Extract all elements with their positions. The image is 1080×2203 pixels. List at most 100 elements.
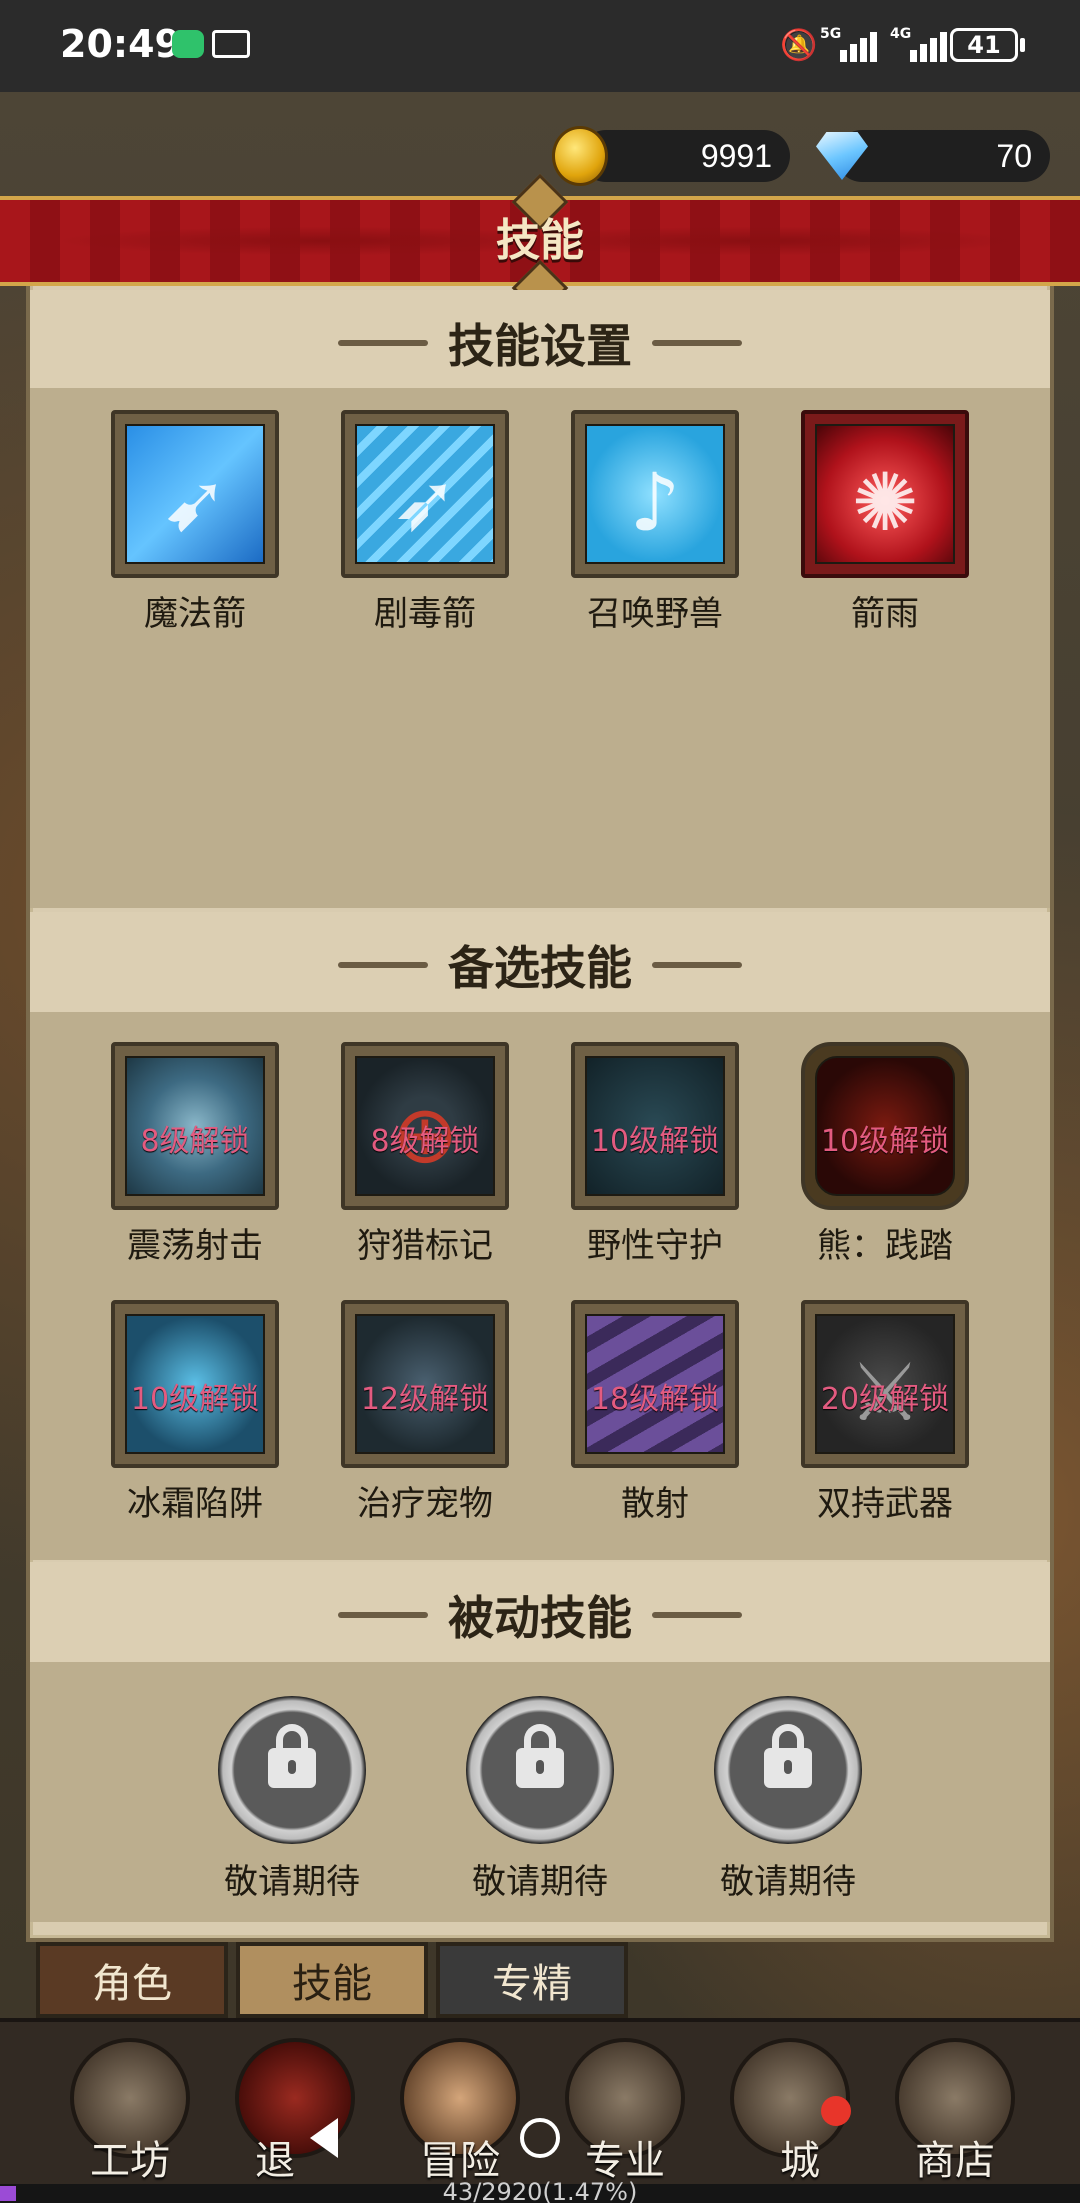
skill-frame: 10级解锁 [801, 1042, 969, 1210]
skill-frame: 10级解锁 [571, 1042, 739, 1210]
skill-frame: 10级解锁 [111, 1300, 279, 1468]
unlock-level: 10级解锁 [130, 1382, 260, 1417]
unlock-level: 10级解锁 [820, 1124, 950, 1159]
passive-name: 敬请期待 [472, 1862, 608, 1902]
gold-coin-icon [552, 126, 608, 186]
skill-bear-stomp[interactable]: 10级解锁 熊：践踏 [800, 1042, 970, 1267]
unlock-level: 12级解锁 [360, 1382, 490, 1417]
skill-name: 散射 [621, 1484, 689, 1524]
unlock-level: 20级解锁 [820, 1382, 950, 1417]
unlock-level: 10级解锁 [590, 1124, 720, 1159]
skill-hunters-mark[interactable]: ⊕ 8级解锁 狩猎标记 [340, 1042, 510, 1267]
nav-retreat[interactable]: 退 [220, 2038, 370, 2188]
signal-icon: 5G [820, 26, 877, 62]
skill-name: 熊：践踏 [817, 1226, 953, 1266]
notification-dot [821, 2096, 851, 2126]
skill-frame: ➶ [341, 410, 509, 578]
passive-ring [466, 1696, 614, 1844]
nav-city[interactable]: 城 [715, 2038, 865, 2188]
unlock-level: 8级解锁 [140, 1124, 250, 1159]
skill-heal-pet[interactable]: 12级解锁 治疗宠物 [340, 1300, 510, 1525]
system-back-icon[interactable] [310, 2118, 338, 2158]
padlock-icon [764, 1724, 812, 1788]
scatter-arrows-icon: 18级解锁 [585, 1314, 725, 1454]
tab-skill[interactable]: 技能 [236, 1942, 428, 2018]
passive-ring [218, 1696, 366, 1844]
skill-scatter-shot[interactable]: 18级解锁 散射 [570, 1300, 740, 1525]
unlock-level: 8级解锁 [370, 1124, 480, 1159]
nav-profession[interactable]: 专业 [550, 2038, 700, 2188]
nav-adventure[interactable]: 冒险 [385, 2038, 535, 2188]
skill-name: 野性守护 [587, 1226, 723, 1266]
cast-icon [212, 30, 250, 58]
skill-name: 治疗宠物 [357, 1484, 493, 1524]
skill-summon-beast[interactable]: ♪ 召唤野兽 [570, 410, 740, 635]
bear-icon: 10级解锁 [815, 1056, 955, 1196]
mute-bell-icon: 🔕 [780, 28, 818, 63]
skill-frame: 8级解锁 [111, 1042, 279, 1210]
status-time: 20:49 [60, 22, 181, 66]
section-header-active: 技能设置 [30, 290, 1050, 390]
skill-name: 魔法箭 [144, 594, 246, 634]
xp-bar: 43/2920(1.47%) [0, 2178, 1080, 2203]
nav-shop[interactable]: 商店 [880, 2038, 1030, 2188]
skill-name: 箭雨 [851, 594, 919, 634]
gold-value: 9991 [700, 138, 772, 174]
skill-frame: ⊕ 8级解锁 [341, 1042, 509, 1210]
skill-name: 冰霜陷阱 [127, 1484, 263, 1524]
vortex-icon: 8级解锁 [125, 1056, 265, 1196]
skill-magic-arrow[interactable]: ➹ 魔法箭 [110, 410, 280, 635]
tab-role[interactable]: 角色 [36, 1942, 228, 2018]
skill-frost-trap[interactable]: 10级解锁 冰霜陷阱 [110, 1300, 280, 1525]
skill-poison-arrow[interactable]: ➶ 剧毒箭 [340, 410, 510, 635]
status-bar: 20:49 🔕 5G 4G 41 [0, 0, 1080, 92]
skill-frame: ♪ [571, 410, 739, 578]
battery-icon: 41 [950, 28, 1018, 62]
poison-arrow-icon: ➶ [355, 424, 495, 564]
section-title: 被动技能 [338, 1582, 742, 1648]
padlock-icon [268, 1724, 316, 1788]
page-title: 技能 [496, 215, 584, 266]
skill-frame: ➹ [111, 410, 279, 578]
gem-counter: 70 [836, 130, 1050, 182]
skill-frame: 12级解锁 [341, 1300, 509, 1468]
xp-text: 43/2920(1.47%) [442, 2178, 638, 2203]
skill-concussive-shot[interactable]: 8级解锁 震荡射击 [110, 1042, 280, 1267]
passive-name: 敬请期待 [224, 1862, 360, 1902]
gem-value: 70 [996, 138, 1032, 174]
passive-ring [714, 1696, 862, 1844]
bottom-nav: 工坊 退 冒险 专业 城 商店 [0, 2018, 1080, 2184]
skill-aspect-wild[interactable]: 10级解锁 野性守护 [570, 1042, 740, 1267]
crosshair-icon: ⊕ 8级解锁 [355, 1056, 495, 1196]
beast-fangs-icon: ✺ [815, 424, 955, 564]
section-header-passive: 被动技能 [30, 1562, 1050, 1662]
section-header-candidate: 备选技能 [30, 912, 1050, 1012]
ice-crystal-icon: 10级解锁 [125, 1314, 265, 1454]
tab-spec[interactable]: 专精 [436, 1942, 628, 2018]
battery-tip [1020, 38, 1025, 52]
skill-name: 剧毒箭 [374, 594, 476, 634]
system-home-icon[interactable] [520, 2118, 560, 2158]
section-title: 技能设置 [338, 310, 742, 376]
skill-name: 狩猎标记 [357, 1226, 493, 1266]
gold-counter: 9991 [580, 130, 790, 182]
crossed-swords-icon: ⚔ 20级解锁 [815, 1314, 955, 1454]
skill-frame: ✺ [801, 410, 969, 578]
whistle-icon: ♪ [585, 424, 725, 564]
skill-name: 震荡射击 [127, 1226, 263, 1266]
section-title: 备选技能 [338, 932, 742, 998]
passive-slot-1[interactable]: 敬请期待 [192, 1696, 392, 1903]
padlock-icon [516, 1724, 564, 1788]
skill-dual-wield[interactable]: ⚔ 20级解锁 双持武器 [800, 1300, 970, 1525]
unlock-level: 18级解锁 [590, 1382, 720, 1417]
magic-arrow-icon: ➹ [125, 424, 265, 564]
passive-slot-3[interactable]: 敬请期待 [688, 1696, 888, 1903]
skill-frame: ⚔ 20级解锁 [801, 1300, 969, 1468]
wild-spirit-icon: 10级解锁 [585, 1056, 725, 1196]
passive-slot-2[interactable]: 敬请期待 [440, 1696, 640, 1903]
skill-name: 召唤野兽 [587, 594, 723, 634]
wechat-icon [172, 30, 204, 58]
skill-arrow-rain[interactable]: ✺ 箭雨 [800, 410, 970, 635]
passive-name: 敬请期待 [720, 1862, 856, 1902]
claw-icon: 12级解锁 [355, 1314, 495, 1454]
